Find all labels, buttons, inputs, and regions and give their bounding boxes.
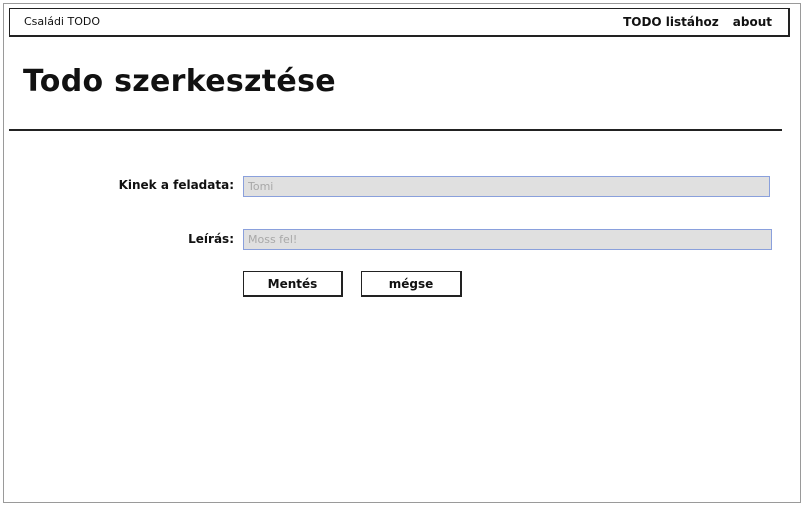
assignee-label: Kinek a feladata: (118, 178, 234, 192)
page-title: Todo szerkesztése (23, 64, 336, 99)
navbar: Családi TODO TODO listához about (9, 8, 790, 37)
description-label: Leírás: (188, 232, 234, 246)
description-input[interactable] (243, 229, 772, 250)
brand-link[interactable]: Családi TODO (24, 15, 100, 28)
save-button[interactable]: Mentés (243, 271, 343, 297)
nav-links: TODO listához about (623, 15, 772, 29)
cancel-button[interactable]: mégse (361, 271, 462, 297)
assignee-input[interactable] (243, 176, 770, 197)
title-divider (9, 129, 782, 131)
nav-link-todo-list[interactable]: TODO listához (623, 15, 719, 29)
nav-link-about[interactable]: about (733, 15, 772, 29)
